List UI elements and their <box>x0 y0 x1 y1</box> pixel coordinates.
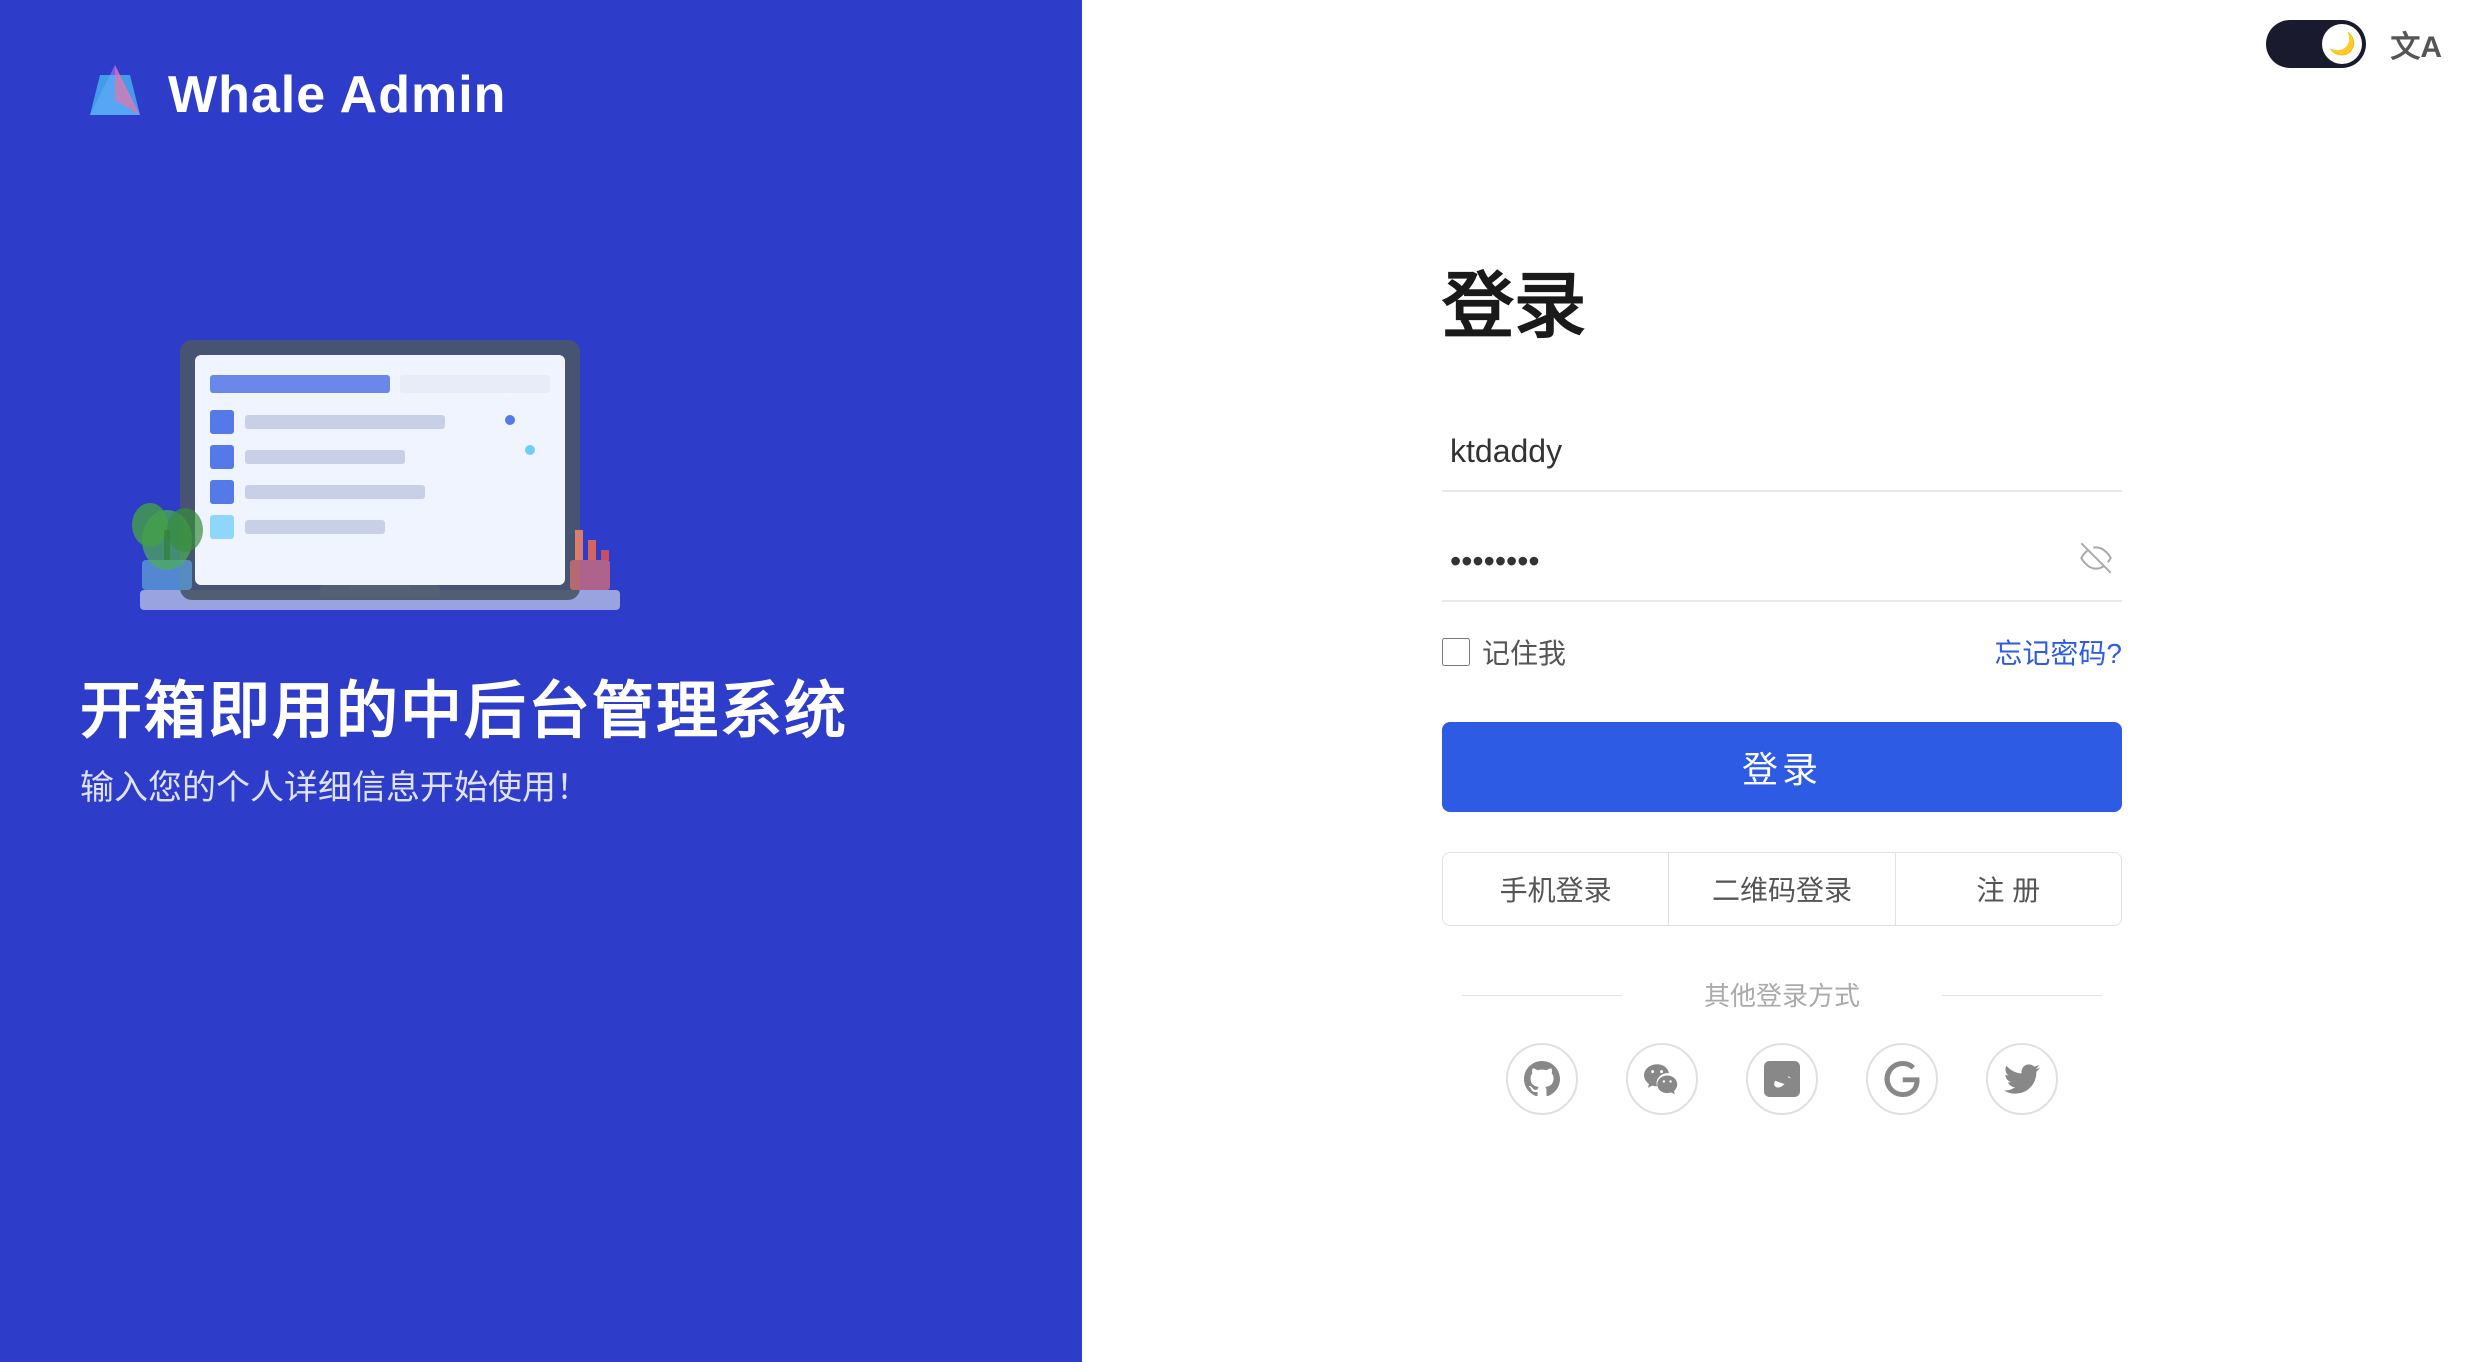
other-login-label: 其他登录方式 <box>1442 976 2122 1013</box>
login-title: 登录 <box>1442 247 2122 352</box>
remember-text: 记住我 <box>1482 632 1566 672</box>
tagline-main: 开箱即用的中后台管理系统 <box>80 660 848 750</box>
tagline-sub: 输入您的个人详细信息开始使用！ <box>80 760 590 809</box>
forgot-password-link[interactable]: 忘记密码? <box>1994 632 2122 672</box>
username-input[interactable] <box>1442 412 2122 492</box>
github-login-button[interactable] <box>1506 1043 1578 1115</box>
toggle-circle: 🌙 <box>2322 24 2362 64</box>
logo-area: Whale Admin <box>80 60 506 130</box>
login-form: 登录 记住我 忘记密码? 登录 <box>1442 187 2122 1175</box>
form-options: 记住我 忘记密码? <box>1442 632 2122 672</box>
logo-icon <box>80 60 150 130</box>
register-tab[interactable]: 注 册 <box>1896 853 2121 925</box>
language-button[interactable]: 文A <box>2390 22 2442 66</box>
password-input[interactable] <box>1442 522 2122 602</box>
remember-checkbox[interactable] <box>1442 638 1470 666</box>
qrcode-login-tab[interactable]: 二维码登录 <box>1669 853 1895 925</box>
remember-me-label[interactable]: 记住我 <box>1442 632 1566 672</box>
social-icons <box>1442 1043 2122 1115</box>
alt-login-tabs: 手机登录 二维码登录 注 册 <box>1442 852 2122 926</box>
wechat-login-button[interactable] <box>1626 1043 1698 1115</box>
login-button[interactable]: 登录 <box>1442 722 2122 812</box>
app-title: Whale Admin <box>168 65 506 125</box>
illustration-area <box>80 220 780 645</box>
phone-login-tab[interactable]: 手机登录 <box>1443 853 1669 925</box>
moon-icon: 🌙 <box>2329 31 2356 57</box>
username-field <box>1442 412 2122 492</box>
right-panel: 登录 记住我 忘记密码? 登录 <box>1082 0 2482 1362</box>
top-controls: 🌙 文A <box>2266 20 2442 68</box>
toggle-password-icon[interactable] <box>2080 542 2112 582</box>
monitor-illustration <box>80 220 680 640</box>
twitter-login-button[interactable] <box>1986 1043 2058 1115</box>
password-field <box>1442 522 2122 602</box>
dark-mode-toggle[interactable]: 🌙 <box>2266 20 2366 68</box>
google-login-button[interactable] <box>1866 1043 1938 1115</box>
alipay-login-button[interactable] <box>1746 1043 1818 1115</box>
